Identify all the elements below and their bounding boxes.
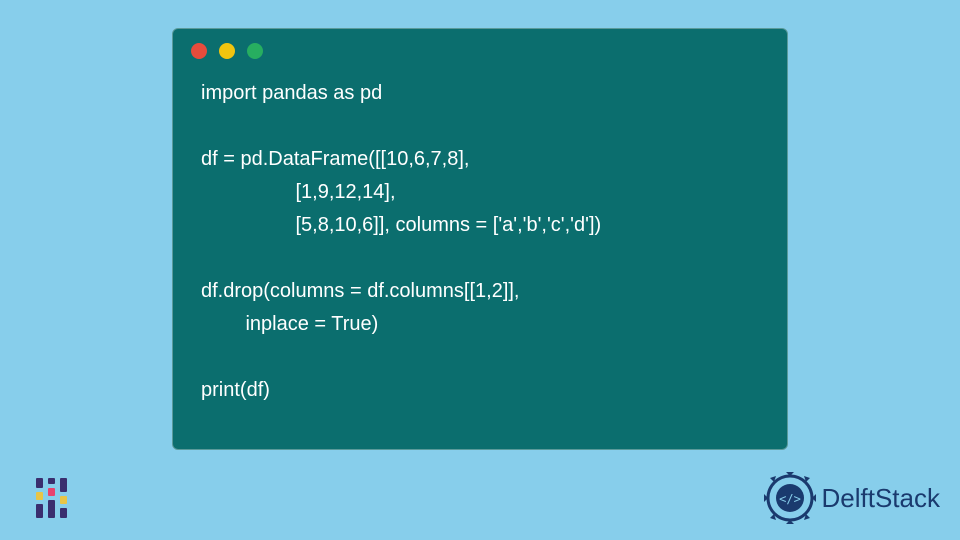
close-icon: [191, 43, 207, 59]
code-line: df = pd.DataFrame([[10,6,7,8],: [201, 148, 469, 170]
brand-text: DelftStack: [822, 483, 941, 514]
left-logo-icon: [36, 476, 80, 520]
logo-bar: [48, 478, 55, 518]
right-logo: </> DelftStack: [762, 470, 941, 526]
gear-icon: </>: [762, 470, 818, 526]
logo-bar: [36, 478, 43, 518]
brand-prefix: Delft: [822, 483, 875, 513]
svg-text:</>: </>: [779, 492, 801, 506]
code-window: import pandas as pd df = pd.DataFrame([[…: [172, 28, 788, 450]
code-line: df.drop(columns = df.columns[[1,2]],: [201, 280, 520, 302]
code-line: import pandas as pd: [201, 82, 382, 104]
code-line: [1,9,12,14],: [201, 181, 396, 203]
maximize-icon: [247, 43, 263, 59]
minimize-icon: [219, 43, 235, 59]
brand-suffix: Stack: [875, 483, 940, 513]
code-line: inplace = True): [201, 313, 378, 335]
window-controls: [173, 29, 787, 67]
logo-bar: [60, 478, 67, 518]
code-line: [5,8,10,6]], columns = ['a','b','c','d']…: [201, 214, 601, 236]
code-line: print(df): [201, 379, 270, 401]
code-content: import pandas as pd df = pd.DataFrame([[…: [173, 67, 787, 427]
